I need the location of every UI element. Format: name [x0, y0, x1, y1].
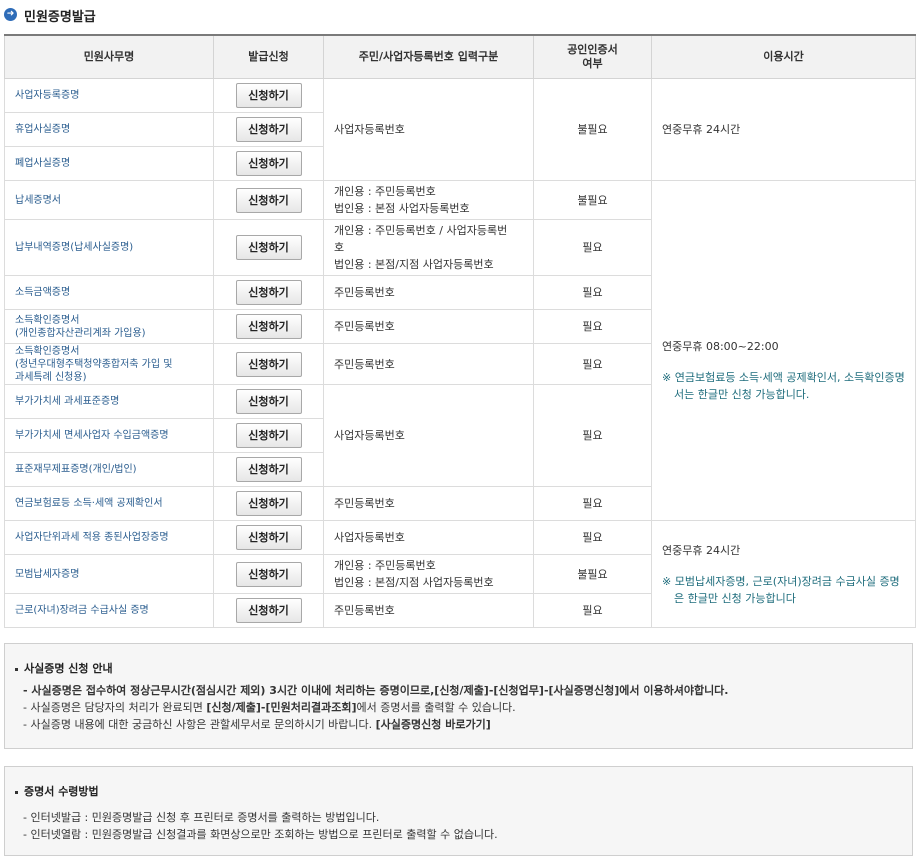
table-row: 사업자단위과세 적용 종된사업장증명 신청하기 사업자등록번호 필요 연중무휴 … [4, 520, 916, 628]
cert-required: 필요 [533, 309, 652, 344]
fact-cert-title: 사실증명 신청 안내 [24, 662, 113, 675]
input-type: 사업자등록번호 [323, 520, 534, 555]
apply-button[interactable]: 신청하기 [235, 280, 302, 305]
apply-button[interactable]: 신청하기 [235, 457, 302, 482]
cert-required: 필요 [533, 275, 652, 310]
col-header-input-type: 주민/사업자등록번호 입력구분 [323, 34, 534, 79]
input-type: 주민등록번호 [323, 486, 534, 521]
receive-method-line: - 인터넷발급 : 민원증명발급 신청 후 프린터로 증명서를 출력하는 방법입… [23, 811, 380, 824]
apply-button[interactable]: 신청하기 [235, 351, 302, 377]
fact-cert-line: - 사실증명은 접수하여 정상근무시간(점심시간 제외) 3시간 이내에 처리하… [23, 684, 729, 697]
col-header-hours: 이용시간 [651, 34, 916, 79]
col-header-cert: 공인인증서 여부 [533, 34, 652, 79]
apply-button[interactable]: 신청하기 [235, 187, 302, 213]
cert-required: 필요 [533, 343, 652, 385]
cert-name: 모범납세자증명 [4, 554, 214, 594]
bullet-square-icon [15, 667, 18, 671]
hours-24h-cell: 연중무휴 24시간 ※ 모범납세자증명, 근로(자녀)장려금 수급사실 증명은 … [651, 520, 916, 628]
page-header: ➜ 민원증명발급 [0, 0, 918, 30]
apply-button[interactable]: 신청하기 [235, 561, 302, 587]
arrow-right-icon: ➜ [4, 8, 17, 21]
fact-cert-line: - 사실증명 내용에 대한 궁금하신 사항은 관할세무서로 문의하시기 바랍니다… [23, 718, 491, 731]
cert-name: 납세증명서 [4, 180, 214, 220]
apply-button[interactable]: 신청하기 [235, 314, 302, 339]
input-type: 주민등록번호 [323, 275, 534, 310]
cert-name: 납부내역증명(납세사실증명) [4, 219, 214, 276]
input-type: 개인용 : 주민등록번호 법인용 : 본점 사업자등록번호 [323, 180, 534, 220]
table-row: 사업자등록증명 신청하기 사업자등록번호 불필요 연중무휴 24시간 [4, 78, 916, 181]
apply-button[interactable]: 신청하기 [235, 151, 302, 176]
input-type: 주민등록번호 [323, 343, 534, 385]
hours-daytime-note: ※ 연금보험료등 소득·세액 공제확인서, 소득확인증명서는 한글만 신청 가능… [662, 371, 905, 401]
cert-required: 불필요 [533, 180, 652, 220]
hours-daytime: 연중무휴 08:00~22:00 [662, 340, 779, 353]
apply-button[interactable]: 신청하기 [235, 491, 302, 516]
receive-method-title: 증명서 수령방법 [24, 785, 99, 798]
bullet-square-icon [15, 790, 18, 794]
cert-name: 소득금액증명 [4, 275, 214, 310]
fact-cert-shortcut-link[interactable]: [사실증명신청 바로가기] [376, 718, 491, 731]
page-title: 민원증명발급 [24, 10, 96, 25]
cert-name: 폐업사실증명 [4, 146, 214, 181]
cert-required: 필요 [533, 486, 652, 521]
col-header-name: 민원사무명 [4, 34, 214, 79]
cert-name: 소득확인증명서 (개인종합자산관리계좌 가입용) [4, 309, 214, 344]
apply-button[interactable]: 신청하기 [235, 525, 302, 550]
apply-button[interactable]: 신청하기 [235, 83, 302, 108]
apply-button[interactable]: 신청하기 [235, 423, 302, 448]
cert-name: 소득확인증명서 (청년우대형주택청약종합저축 가입 및 과세특례 신청용) [4, 343, 214, 385]
apply-button[interactable]: 신청하기 [235, 117, 302, 142]
cert-required: 필요 [533, 219, 652, 276]
fact-cert-line: - 사실증명은 담당자의 처리가 완료되면 [신청/제출]-[민원처리결과조회]… [23, 701, 516, 714]
cert-name: 표준재무제표증명(개인/법인) [4, 452, 214, 487]
apply-button[interactable]: 신청하기 [235, 598, 302, 623]
hours-24h-note: ※ 모범납세자증명, 근로(자녀)장려금 수급사실 증명은 한글만 신청 가능합… [662, 574, 900, 605]
fact-cert-guide: 사실증명 신청 안내 - 사실증명은 접수하여 정상근무시간(점심시간 제외) … [4, 643, 913, 749]
cert-name: 근로(자녀)장려금 수급사실 증명 [4, 593, 214, 628]
cert-required: 필요 [533, 593, 652, 628]
hours-24h-second: 연중무휴 24시간 [662, 543, 741, 557]
cert-name: 휴업사실증명 [4, 112, 214, 147]
cert-name: 사업자등록증명 [4, 78, 214, 113]
col-header-apply: 발급신청 [213, 34, 324, 79]
input-type: 사업자등록번호 [323, 78, 534, 181]
cert-required: 불필요 [533, 78, 652, 181]
cert-required: 필요 [533, 384, 652, 487]
cert-name: 사업자단위과세 적용 종된사업장증명 [4, 520, 214, 555]
input-type: 개인용 : 주민등록번호 / 사업자등록번 호 법인용 : 본점/지점 사업자등… [323, 219, 534, 276]
hours-daytime-cell: 연중무휴 08:00~22:00 ※ 연금보험료등 소득·세액 공제확인서, 소… [651, 180, 916, 521]
receive-method-line: - 인터넷열람 : 민원증명발급 신청결과를 화면상으로만 조회하는 방법으로 … [23, 828, 498, 841]
apply-button[interactable]: 신청하기 [235, 389, 302, 414]
hours-24h: 연중무휴 24시간 [651, 78, 916, 181]
cert-name: 연금보험료등 소득·세액 공제확인서 [4, 486, 214, 521]
input-type: 주민등록번호 [323, 593, 534, 628]
apply-button[interactable]: 신청하기 [235, 235, 302, 260]
cert-required: 불필요 [533, 554, 652, 594]
cert-name: 부가가치세 과세표준증명 [4, 384, 214, 419]
input-type: 개인용 : 주민등록번호 법인용 : 본점/지점 사업자등록번호 [323, 554, 534, 594]
receive-method-guide: 증명서 수령방법 - 인터넷발급 : 민원증명발급 신청 후 프린터로 증명서를… [4, 766, 913, 856]
table-header-row: 민원사무명 발급신청 주민/사업자등록번호 입력구분 공인인증서 여부 이용시간 [4, 34, 916, 79]
cert-name: 부가가치세 면세사업자 수입금액증명 [4, 418, 214, 453]
input-type: 사업자등록번호 [323, 384, 534, 487]
certificate-table: 민원사무명 발급신청 주민/사업자등록번호 입력구분 공인인증서 여부 이용시간… [4, 34, 916, 628]
cert-required: 필요 [533, 520, 652, 555]
input-type: 주민등록번호 [323, 309, 534, 344]
table-row: 납세증명서 신청하기 개인용 : 주민등록번호 법인용 : 본점 사업자등록번호… [4, 180, 916, 521]
